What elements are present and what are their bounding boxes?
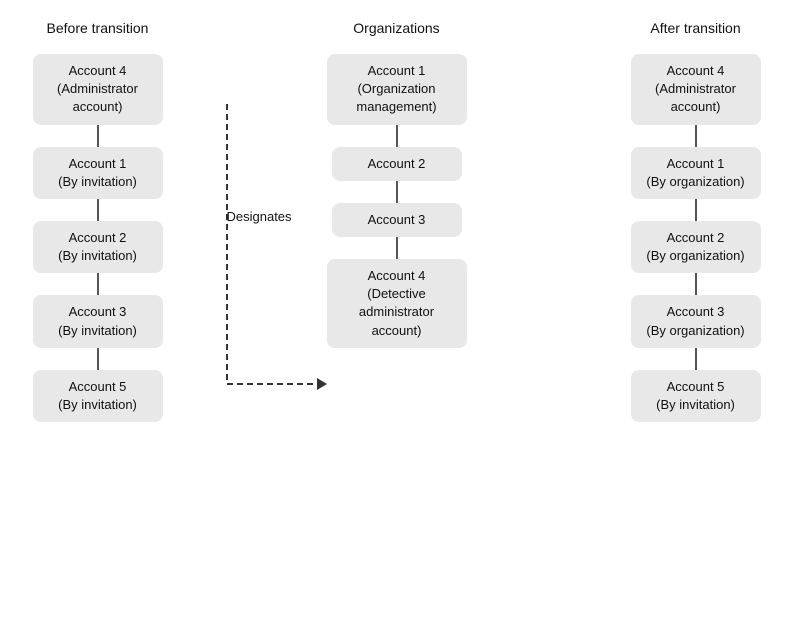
before-box-5: Account 5 (By invitation) — [33, 370, 163, 422]
org-box-3: Account 3 — [332, 203, 462, 237]
designates-label: Designates — [227, 209, 292, 224]
before-title: Before transition — [47, 20, 149, 36]
connector — [695, 273, 697, 295]
before-box-4: Account 3 (By invitation) — [33, 295, 163, 347]
after-box-2: Account 1 (By organization) — [631, 147, 761, 199]
after-section: After transition Account 4 (Administrato… — [618, 20, 773, 422]
diagram-wrapper: Before transition Account 4 (Administrat… — [20, 20, 773, 422]
connector — [396, 181, 398, 203]
connector — [97, 273, 99, 295]
dashed-arrow-svg — [217, 74, 337, 444]
connector — [97, 199, 99, 221]
connector — [695, 348, 697, 370]
after-title: After transition — [650, 20, 740, 36]
before-box-2: Account 1 (By invitation) — [33, 147, 163, 199]
after-boxes: Account 4 (Administrator account) Accoun… — [631, 54, 761, 422]
before-box-3: Account 2 (By invitation) — [33, 221, 163, 273]
connector — [97, 125, 99, 147]
connector — [97, 348, 99, 370]
org-box-4: Account 4 (Detective administrator accou… — [327, 259, 467, 348]
connector — [695, 199, 697, 221]
org-box-1: Account 1 (Organization management) — [327, 54, 467, 125]
org-title: Organizations — [353, 20, 439, 36]
connector — [695, 125, 697, 147]
connector — [396, 237, 398, 259]
before-boxes: Account 4 (Administrator account) Accoun… — [33, 54, 163, 422]
after-box-4: Account 3 (By organization) — [631, 295, 761, 347]
org-box-2: Account 2 — [332, 147, 462, 181]
after-box-5: Account 5 (By invitation) — [631, 370, 761, 422]
before-box-1: Account 4 (Administrator account) — [33, 54, 163, 125]
before-section: Before transition Account 4 (Administrat… — [20, 20, 175, 422]
after-box-1: Account 4 (Administrator account) — [631, 54, 761, 125]
org-section: Organizations Designates Account 1 (Orga… — [297, 20, 497, 348]
after-box-3: Account 2 (By organization) — [631, 221, 761, 273]
connector — [396, 125, 398, 147]
